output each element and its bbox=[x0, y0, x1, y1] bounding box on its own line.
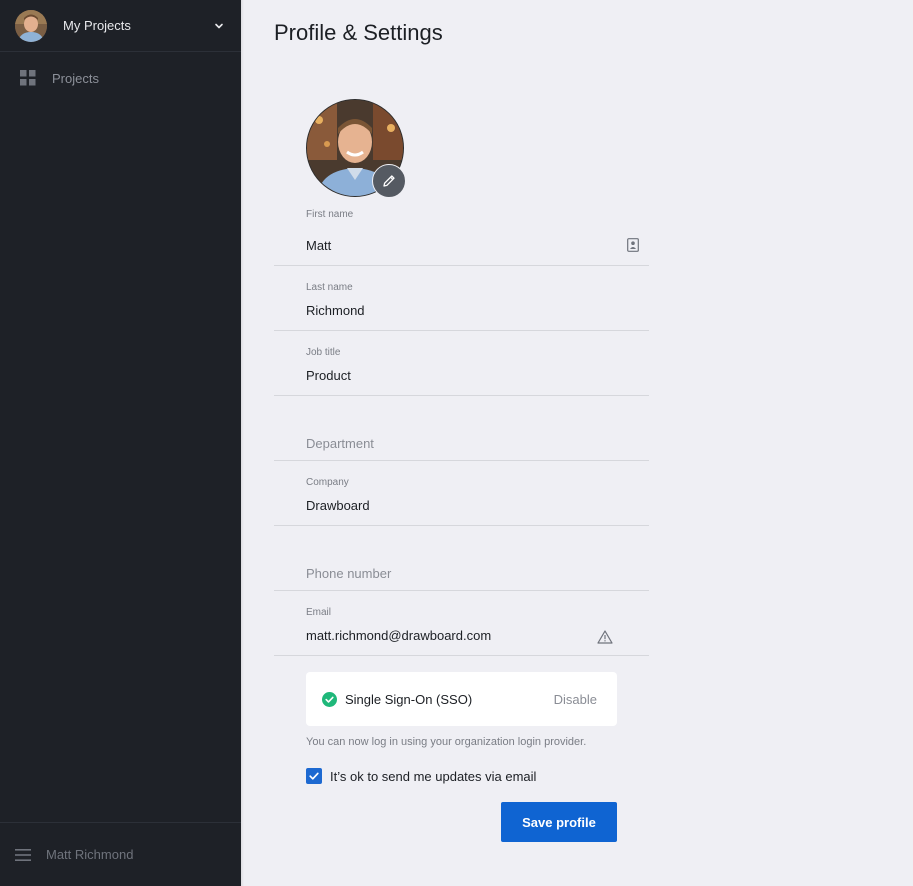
last-name-field[interactable]: Last name bbox=[274, 266, 649, 331]
sso-disable-link[interactable]: Disable bbox=[554, 692, 597, 707]
workspace-title: My Projects bbox=[63, 18, 131, 33]
grid-icon bbox=[20, 70, 36, 86]
department-placeholder: Department bbox=[306, 436, 374, 451]
first-name-label: First name bbox=[306, 209, 354, 220]
last-name-input[interactable] bbox=[306, 303, 606, 318]
profile-avatar-section bbox=[306, 99, 406, 198]
department-field[interactable]: Department bbox=[274, 396, 649, 461]
warning-icon bbox=[597, 630, 613, 644]
email-input[interactable] bbox=[306, 628, 606, 643]
hamburger-menu-icon bbox=[15, 848, 31, 861]
sidebar-item-label: Projects bbox=[52, 70, 99, 86]
save-profile-button[interactable]: Save profile bbox=[501, 802, 617, 842]
first-name-field[interactable]: First name bbox=[274, 201, 649, 266]
check-circle-icon bbox=[322, 691, 337, 707]
chevron-down-icon bbox=[215, 23, 223, 28]
email-label: Email bbox=[306, 607, 332, 618]
checkmark-icon bbox=[309, 772, 319, 780]
first-name-input[interactable] bbox=[306, 238, 606, 253]
sso-card: Single Sign-On (SSO) Disable bbox=[306, 672, 617, 726]
company-input[interactable] bbox=[306, 498, 606, 513]
company-label: Company bbox=[306, 477, 349, 488]
user-menu[interactable]: Matt Richmond bbox=[0, 822, 241, 886]
avatar bbox=[15, 9, 47, 42]
workspace-switcher[interactable]: My Projects bbox=[0, 0, 241, 52]
sidebar-item-projects[interactable]: Projects bbox=[0, 52, 241, 104]
job-title-label: Job title bbox=[306, 347, 341, 358]
email-field[interactable]: Email bbox=[274, 591, 649, 656]
sidebar: My Projects Projects Matt Richmond bbox=[0, 0, 241, 886]
pencil-icon bbox=[383, 175, 395, 187]
edit-avatar-button[interactable] bbox=[372, 164, 406, 198]
last-name-label: Last name bbox=[306, 282, 353, 293]
email-updates-checkbox[interactable] bbox=[306, 768, 322, 784]
main-content: Profile & Settings First name Matt Last … bbox=[241, 0, 913, 886]
job-title-field[interactable]: Job title bbox=[274, 331, 649, 396]
current-user-name: Matt Richmond bbox=[46, 847, 134, 862]
phone-placeholder: Phone number bbox=[306, 566, 392, 581]
company-field[interactable]: Company bbox=[274, 461, 649, 526]
contact-card-icon bbox=[627, 238, 639, 252]
page-title: Profile & Settings bbox=[274, 20, 443, 45]
sso-label: Single Sign-On (SSO) bbox=[345, 691, 473, 707]
sso-note: You can now log in using your organizati… bbox=[306, 736, 587, 748]
email-updates-option[interactable]: It’s ok to send me updates via email bbox=[306, 768, 536, 784]
phone-field[interactable]: Phone number bbox=[274, 526, 649, 591]
email-updates-label: It’s ok to send me updates via email bbox=[330, 768, 537, 784]
job-title-input[interactable] bbox=[306, 368, 606, 383]
